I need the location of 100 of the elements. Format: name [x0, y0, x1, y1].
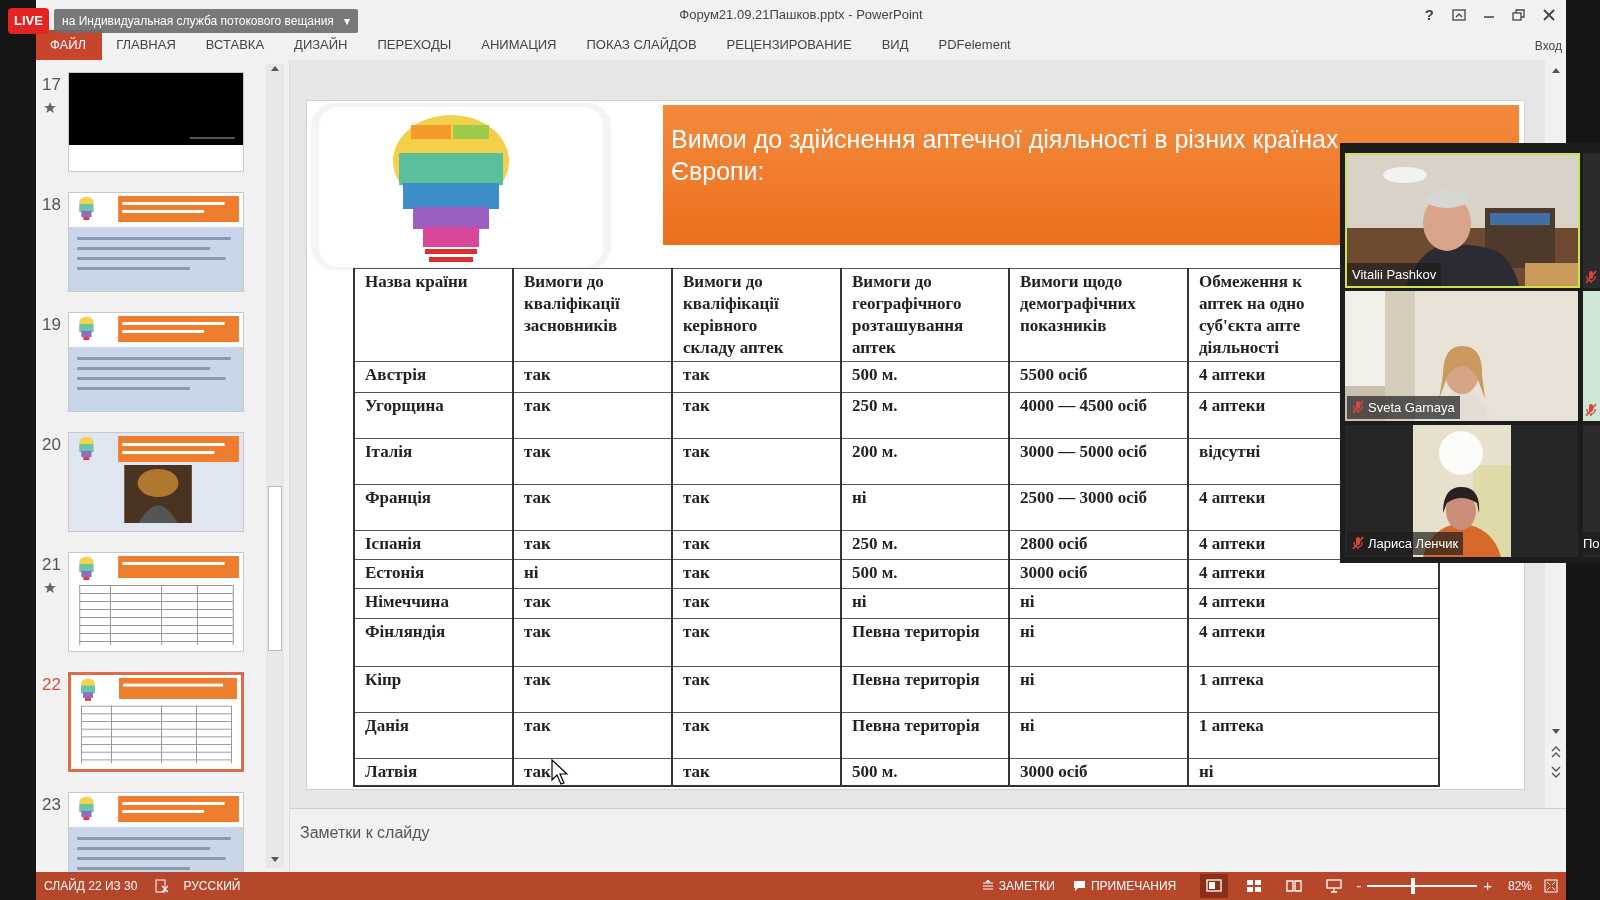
table-cell: так [672, 666, 841, 713]
book-icon[interactable] [1286, 879, 1303, 893]
slideshow-icon[interactable] [1326, 879, 1343, 893]
column-header: Вимоги до кваліфікації засновників [513, 268, 672, 362]
video-tile[interactable]: Vitalii Pashkov [1345, 153, 1580, 288]
table-cell: 3000 осіб [1009, 758, 1188, 786]
slide-title: Вимои до здійснення аптечної діяльності в різних країнах Європи: [671, 124, 1340, 187]
table-cell: так [513, 484, 672, 531]
scroll-down-icon[interactable] [1550, 728, 1561, 736]
sign-in-link[interactable]: Вход [1534, 37, 1562, 55]
scroll-down-icon[interactable] [270, 856, 280, 864]
slide-thumbnail[interactable] [68, 72, 244, 172]
slide-thumbnail[interactable] [68, 432, 244, 532]
slide-thumbnail[interactable] [68, 552, 244, 652]
table-cell: ні [1188, 758, 1439, 786]
previous-slide-icon[interactable] [1550, 746, 1561, 758]
ribbon-tab[interactable]: ПЕРЕХОДЫ [363, 30, 468, 60]
language-indicator[interactable]: РУССКИЙ [183, 877, 241, 895]
slide-number: 22 [42, 674, 61, 696]
table-cell: так [672, 559, 841, 589]
table-cell: 4000 — 4500 осіб [1009, 392, 1188, 439]
table-cell: 4 аптеки [1188, 588, 1439, 619]
ribbon-tab[interactable]: АНИМАЦИЯ [467, 30, 573, 60]
table-cell: 1 аптека [1188, 666, 1439, 713]
table-cell: так [672, 530, 841, 560]
table-cell: Франція [354, 484, 513, 531]
notes-icon [981, 880, 994, 892]
ribbon-tab[interactable]: ГЛАВНАЯ [102, 30, 192, 60]
stream-tooltip[interactable]: на Индивидуальная служба потокового вещания ▾ [54, 9, 358, 33]
table-cell: так [513, 588, 672, 619]
table-cell: 5500 осіб [1009, 361, 1188, 393]
slide-counter: СЛАЙД 22 ИЗ 30 [44, 877, 138, 895]
ribbon-tab[interactable]: ДИЗАЙН [280, 30, 364, 60]
table-cell: Угорщина [354, 392, 513, 439]
column-header: Вимоги до географічного розташування аптек [841, 268, 1009, 362]
table-cell: так [672, 361, 841, 393]
scroll-up-icon[interactable] [270, 64, 280, 72]
table-cell: 3000 — 5000 осіб [1009, 438, 1188, 485]
table-cell: Кіпр [354, 666, 513, 713]
notes-button[interactable]: ЗАМЕТКИ [998, 877, 1055, 895]
table-cell: так [513, 712, 672, 759]
caret-icon: ▾ [343, 12, 350, 30]
table-cell: 500 м. [841, 758, 1009, 786]
slide-number: 23 [42, 794, 61, 816]
slide-thumbnail[interactable] [68, 312, 244, 412]
table-cell: так [513, 438, 672, 485]
ribbon-tab[interactable]: ВСТАВКА [191, 30, 281, 60]
slide-thumbnail[interactable] [68, 792, 244, 872]
zoom-out-button[interactable]: - [1354, 878, 1364, 894]
ribbon-tab[interactable]: PDFelement [924, 30, 1027, 60]
video-tile[interactable]: Лариса Ленчик [1345, 425, 1578, 557]
zoom-level[interactable]: 82% [1507, 877, 1532, 895]
slide-thumbnail[interactable] [68, 672, 244, 772]
tooltip-text: на Индивидуальная служба потокового вещания [62, 13, 334, 30]
participant-name: По [1582, 531, 1600, 555]
table-cell: так [672, 758, 841, 786]
restore-icon[interactable] [1512, 9, 1526, 21]
table-cell: так [672, 438, 841, 485]
notes-placeholder[interactable]: Заметки к слайду [300, 824, 430, 841]
table-cell: Італія [354, 438, 513, 485]
slide-number: 21 [42, 554, 61, 576]
slide-thumbnail[interactable] [68, 192, 244, 292]
table-cell: так [672, 712, 841, 759]
table-cell: 500 м. [841, 361, 1009, 393]
scrollbar-thumb[interactable] [268, 486, 282, 651]
participant-name: Vitalii Pashkov [1352, 265, 1437, 284]
ribbon-tab[interactable]: РЕЦЕНЗИРОВАНИЕ [712, 30, 868, 60]
video-tile[interactable] [1583, 153, 1600, 288]
table-cell: Певна територія [841, 666, 1009, 713]
table-cell: так [513, 530, 672, 560]
normal-view-icon[interactable] [1206, 879, 1223, 893]
table-cell: ні [841, 484, 1009, 531]
grid-view-icon[interactable] [1246, 879, 1263, 893]
live-badge: LIVE [8, 8, 49, 34]
table-cell: так [672, 392, 841, 439]
ribbon-tab[interactable]: ПОКАЗ СЛАЙДОВ [572, 30, 713, 60]
spell-check-icon[interactable] [155, 879, 170, 893]
fit-to-window-icon[interactable] [1544, 879, 1558, 893]
table-cell: ні [1009, 712, 1188, 759]
scrollbar[interactable] [266, 64, 284, 868]
window-title: Форум21.09.21Пашков.pptx - PowerPoint [679, 6, 923, 25]
comments-button[interactable]: ПРИМЕЧАНИЯ [1091, 877, 1177, 895]
help-button[interactable]: ? [1422, 3, 1436, 27]
scroll-up-icon[interactable] [1550, 66, 1561, 74]
next-slide-icon[interactable] [1550, 766, 1561, 778]
table-cell: 4 аптеки [1188, 618, 1439, 667]
ribbon-tab[interactable]: ВИД [867, 30, 925, 60]
table-cell: 1 аптека [1188, 712, 1439, 759]
slider-thumb[interactable] [1411, 878, 1416, 894]
video-tile[interactable]: Sveta Garnaya [1345, 291, 1578, 421]
table-cell: 2500 — 3000 осіб [1009, 484, 1188, 531]
close-icon[interactable] [1542, 9, 1556, 21]
video-tile[interactable] [1583, 291, 1600, 421]
zoom-in-button[interactable]: + [1481, 878, 1494, 894]
ribbon-display-icon[interactable] [1452, 9, 1466, 21]
table-cell: 200 м. [841, 438, 1009, 485]
table-cell: Певна територія [841, 712, 1009, 759]
column-header: Назва країни [354, 268, 513, 362]
slide-number: 20 [42, 434, 61, 456]
table-cell: 500 м. [841, 559, 1009, 589]
